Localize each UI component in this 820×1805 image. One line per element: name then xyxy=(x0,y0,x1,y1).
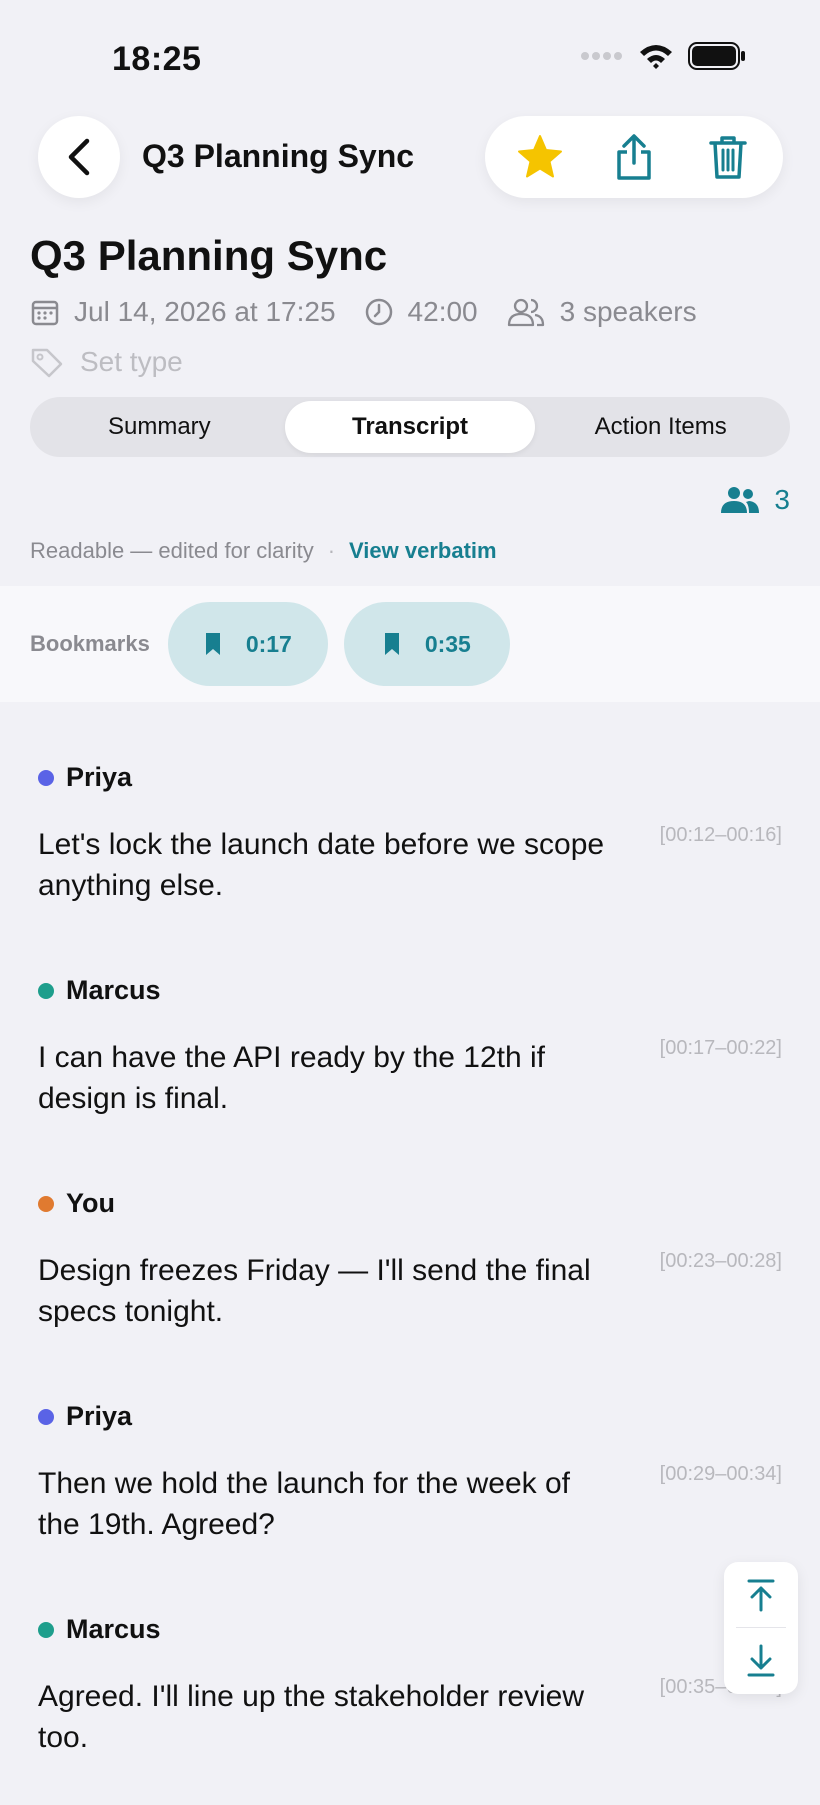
bookmark-icon xyxy=(205,633,220,655)
share-button[interactable] xyxy=(599,122,669,192)
speaker-color-dot xyxy=(38,1195,54,1212)
tab-summary[interactable]: Summary xyxy=(34,401,285,453)
segment-timestamp[interactable]: [00:12–00:16] xyxy=(660,824,782,847)
speaker-label[interactable]: You xyxy=(38,1188,115,1219)
speaker-name: Marcus xyxy=(66,975,161,1005)
meeting-date: Jul 14, 2026 at 17:25 xyxy=(30,296,336,328)
meeting-speakers-text: 3 speakers xyxy=(559,296,697,327)
scroll-controls xyxy=(724,1562,798,1694)
bookmark-icon xyxy=(384,633,399,655)
meeting-duration: 42:00 xyxy=(364,296,478,328)
transcript-segment: Priya Let's lock the launch date before … xyxy=(0,740,820,953)
transcript-segment: Marcus Agreed. I'll line up the stakehol… xyxy=(0,1592,820,1805)
segment-timestamp[interactable]: [00:17–00:22] xyxy=(660,1037,782,1060)
bookmarks-bar: Bookmarks 0:17 0:35 xyxy=(0,586,820,702)
scroll-top-icon xyxy=(747,1579,775,1611)
transcript-segment: Marcus I can have the API ready by the 1… xyxy=(0,953,820,1166)
cellular-signal-icon xyxy=(581,52,622,60)
bookmark-chip[interactable]: 0:35 xyxy=(343,602,510,686)
speaker-name: Marcus xyxy=(66,1614,161,1644)
speaker-label[interactable]: Marcus xyxy=(38,975,161,1006)
readable-notice: Readable — edited for clarity · View ver… xyxy=(30,538,497,564)
speaker-count-value: 3 xyxy=(774,484,790,515)
status-bar: 18:25 xyxy=(0,0,820,110)
bookmark-time: 0:35 xyxy=(424,630,471,657)
tab-action-items[interactable]: Action Items xyxy=(535,401,786,453)
nav-title: Q3 Planning Sync xyxy=(142,138,415,174)
speaker-name: Priya xyxy=(66,1401,133,1431)
calendar-icon xyxy=(31,300,59,326)
status-time: 18:25 xyxy=(112,40,202,78)
speaker-color-dot xyxy=(38,1621,54,1638)
clock-icon xyxy=(365,298,392,326)
speaker-label[interactable]: Marcus xyxy=(38,1614,161,1645)
speakers-icon xyxy=(721,487,760,513)
back-button[interactable] xyxy=(38,116,120,198)
meeting-date-text: Jul 14, 2026 at 17:25 xyxy=(74,296,336,327)
transcript-list: Priya Let's lock the launch date before … xyxy=(0,740,820,1805)
tag-icon xyxy=(31,348,63,378)
segment-timestamp[interactable]: [00:29–00:34] xyxy=(660,1463,782,1486)
favorite-button[interactable] xyxy=(505,122,575,192)
scroll-to-bottom-button[interactable] xyxy=(724,1628,798,1693)
speaker-label[interactable]: Priya xyxy=(38,762,132,793)
transcript-segment: Priya Then we hold the launch for the we… xyxy=(0,1379,820,1592)
star-icon xyxy=(518,135,562,178)
set-type-label: Set type xyxy=(80,346,183,377)
trash-icon xyxy=(709,136,747,179)
share-icon xyxy=(617,134,651,180)
meeting-meta: Jul 14, 2026 at 17:25 42:00 3 speakers xyxy=(30,296,725,328)
battery-icon xyxy=(688,42,745,70)
speaker-label[interactable]: Priya xyxy=(38,1401,132,1432)
speaker-color-dot xyxy=(38,982,54,999)
tab-bar: Summary Transcript Action Items xyxy=(30,397,790,457)
view-verbatim-link[interactable]: View verbatim xyxy=(349,538,497,564)
delete-button[interactable] xyxy=(693,122,763,192)
bookmark-chip[interactable]: 0:17 xyxy=(167,602,328,686)
separator-dot: · xyxy=(327,538,336,563)
page-title: Q3 Planning Sync xyxy=(30,232,388,279)
speaker-name: Priya xyxy=(66,762,133,792)
speaker-filter-button[interactable]: 3 xyxy=(720,484,790,516)
segment-text: Agreed. I'll line up the stakeholder rev… xyxy=(38,1680,585,1754)
segment-text: Let's lock the launch date before we sco… xyxy=(38,828,605,902)
wifi-icon xyxy=(640,45,672,69)
tab-transcript[interactable]: Transcript xyxy=(284,401,536,453)
scroll-bottom-icon xyxy=(747,1644,775,1676)
segment-text: Then we hold the launch for the week of … xyxy=(38,1467,571,1541)
bookmarks-label: Bookmarks xyxy=(30,631,150,656)
speaker-color-dot xyxy=(38,1408,54,1425)
segment-text: I can have the API ready by the 12th if … xyxy=(38,1041,545,1115)
set-type-button[interactable]: Set type xyxy=(30,346,183,378)
transcript-segment: You Design freezes Friday — I'll send th… xyxy=(0,1166,820,1379)
back-chevron-icon xyxy=(68,138,90,176)
meeting-duration-text: 42:00 xyxy=(407,296,478,327)
bookmark-time: 0:17 xyxy=(245,630,292,657)
people-icon xyxy=(507,298,544,327)
speaker-color-dot xyxy=(38,769,54,786)
scroll-to-top-button[interactable] xyxy=(724,1562,798,1627)
readable-note: Readable — edited for clarity xyxy=(30,538,314,563)
speaker-name: You xyxy=(66,1188,115,1218)
status-icons xyxy=(580,42,746,70)
segment-text: Design freezes Friday — I'll send the fi… xyxy=(38,1254,591,1328)
meeting-speakers: 3 speakers xyxy=(506,296,697,328)
actions-group xyxy=(485,116,783,198)
segment-timestamp[interactable]: [00:23–00:28] xyxy=(660,1250,782,1273)
